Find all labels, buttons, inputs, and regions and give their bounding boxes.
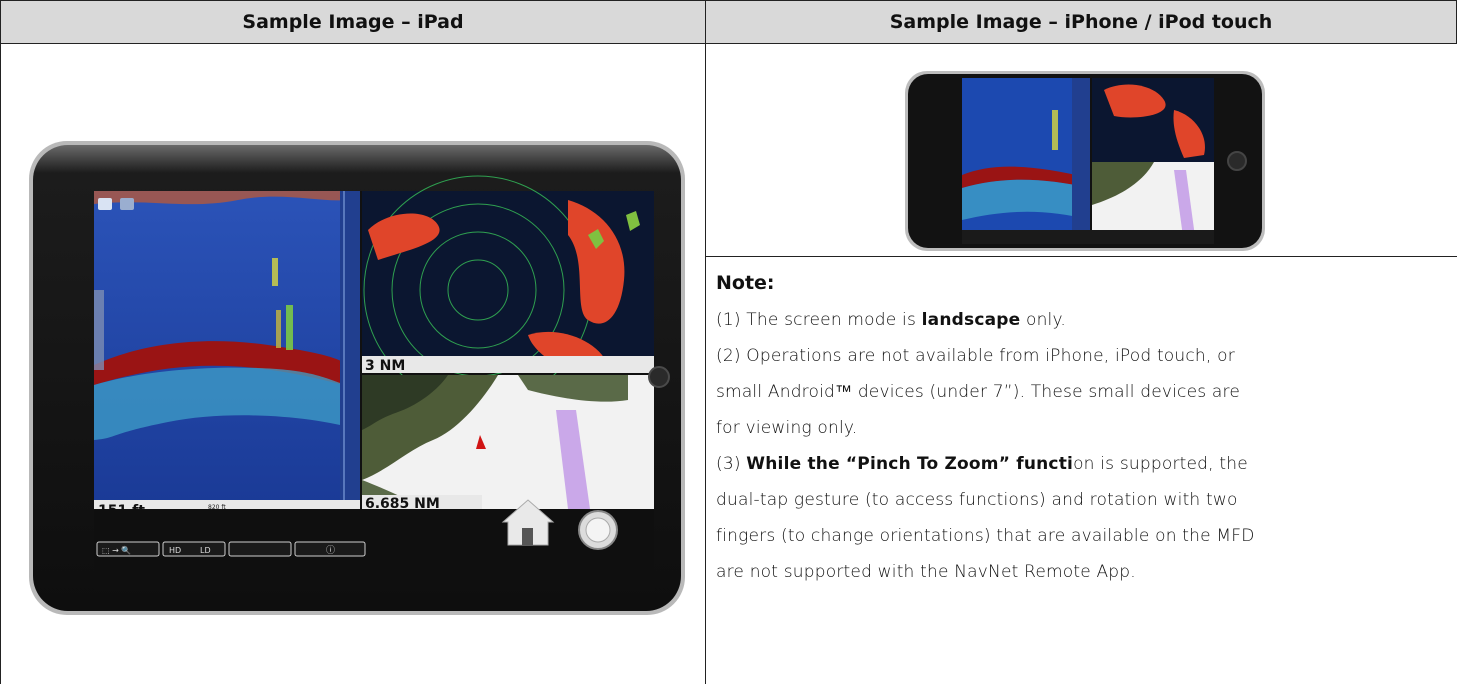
info-icon: ⓘ (326, 545, 335, 556)
header-iphone: Sample Image – iPhone / iPod touch (705, 0, 1457, 44)
note-title: Note: (716, 272, 775, 294)
note-line-3-text: small Android™ devices (under 7”). These… (716, 382, 1241, 402)
iphone-sample-image (905, 71, 1265, 251)
note-line-5-end: on is supported, the (1073, 454, 1248, 474)
zoom-toggle-label: ⬚ → 🔍 (102, 545, 131, 555)
note-line-2-text: (2) Operations are not available from iP… (716, 346, 1235, 366)
ipad-sample-image: 151 ft 820 ft HF 3 NM 6.685 NM ⬚ → 🔍 HD … (29, 141, 685, 615)
note-line-1: (1) The screen mode is landscape only. (716, 310, 1451, 330)
note-line-1-end: only. (1020, 310, 1066, 330)
table-border-left (0, 43, 1, 684)
table-row-divider (706, 256, 1457, 257)
sonar-menu-icon[interactable] (98, 198, 112, 210)
note-line-7: fingers (to change orientations) that ar… (716, 526, 1255, 546)
rotary-knob-icon[interactable] (578, 510, 618, 550)
note-line-3: small Android™ devices (under 7”). These… (716, 382, 1451, 402)
note-line-5-prefix: (3) (716, 454, 747, 474)
note-line-6: dual-tap gesture (to access functions) a… (716, 490, 1238, 510)
table-column-divider (705, 43, 706, 684)
note-line-1-text: (1) The screen mode is (716, 310, 922, 330)
note-landscape-emphasis: landscape (921, 310, 1021, 330)
iphone-home-button (1227, 151, 1247, 171)
note-line-2: (2) Operations are not available from iP… (716, 346, 1451, 366)
header-ipad: Sample Image – iPad (0, 0, 706, 44)
note-pinch-to-zoom-emphasis: While the “Pinch To Zoom” functi (746, 454, 1074, 474)
toolbar-buttons: ⬚ → 🔍 HD LD ⓘ (96, 541, 366, 557)
radar-range-readout: 3 NM (365, 358, 405, 374)
note-line-4: for viewing only. (716, 418, 858, 438)
hd-label: HD (169, 546, 181, 555)
note-line-8: are not supported with the NavNet Remote… (716, 562, 1136, 582)
note-line-5: (3) While the “Pinch To Zoom” function i… (716, 454, 1451, 474)
ld-label: LD (200, 546, 211, 555)
sonar-view-icon[interactable] (120, 198, 134, 210)
ipad-home-button (648, 366, 670, 388)
split-screen-button[interactable] (228, 541, 292, 557)
